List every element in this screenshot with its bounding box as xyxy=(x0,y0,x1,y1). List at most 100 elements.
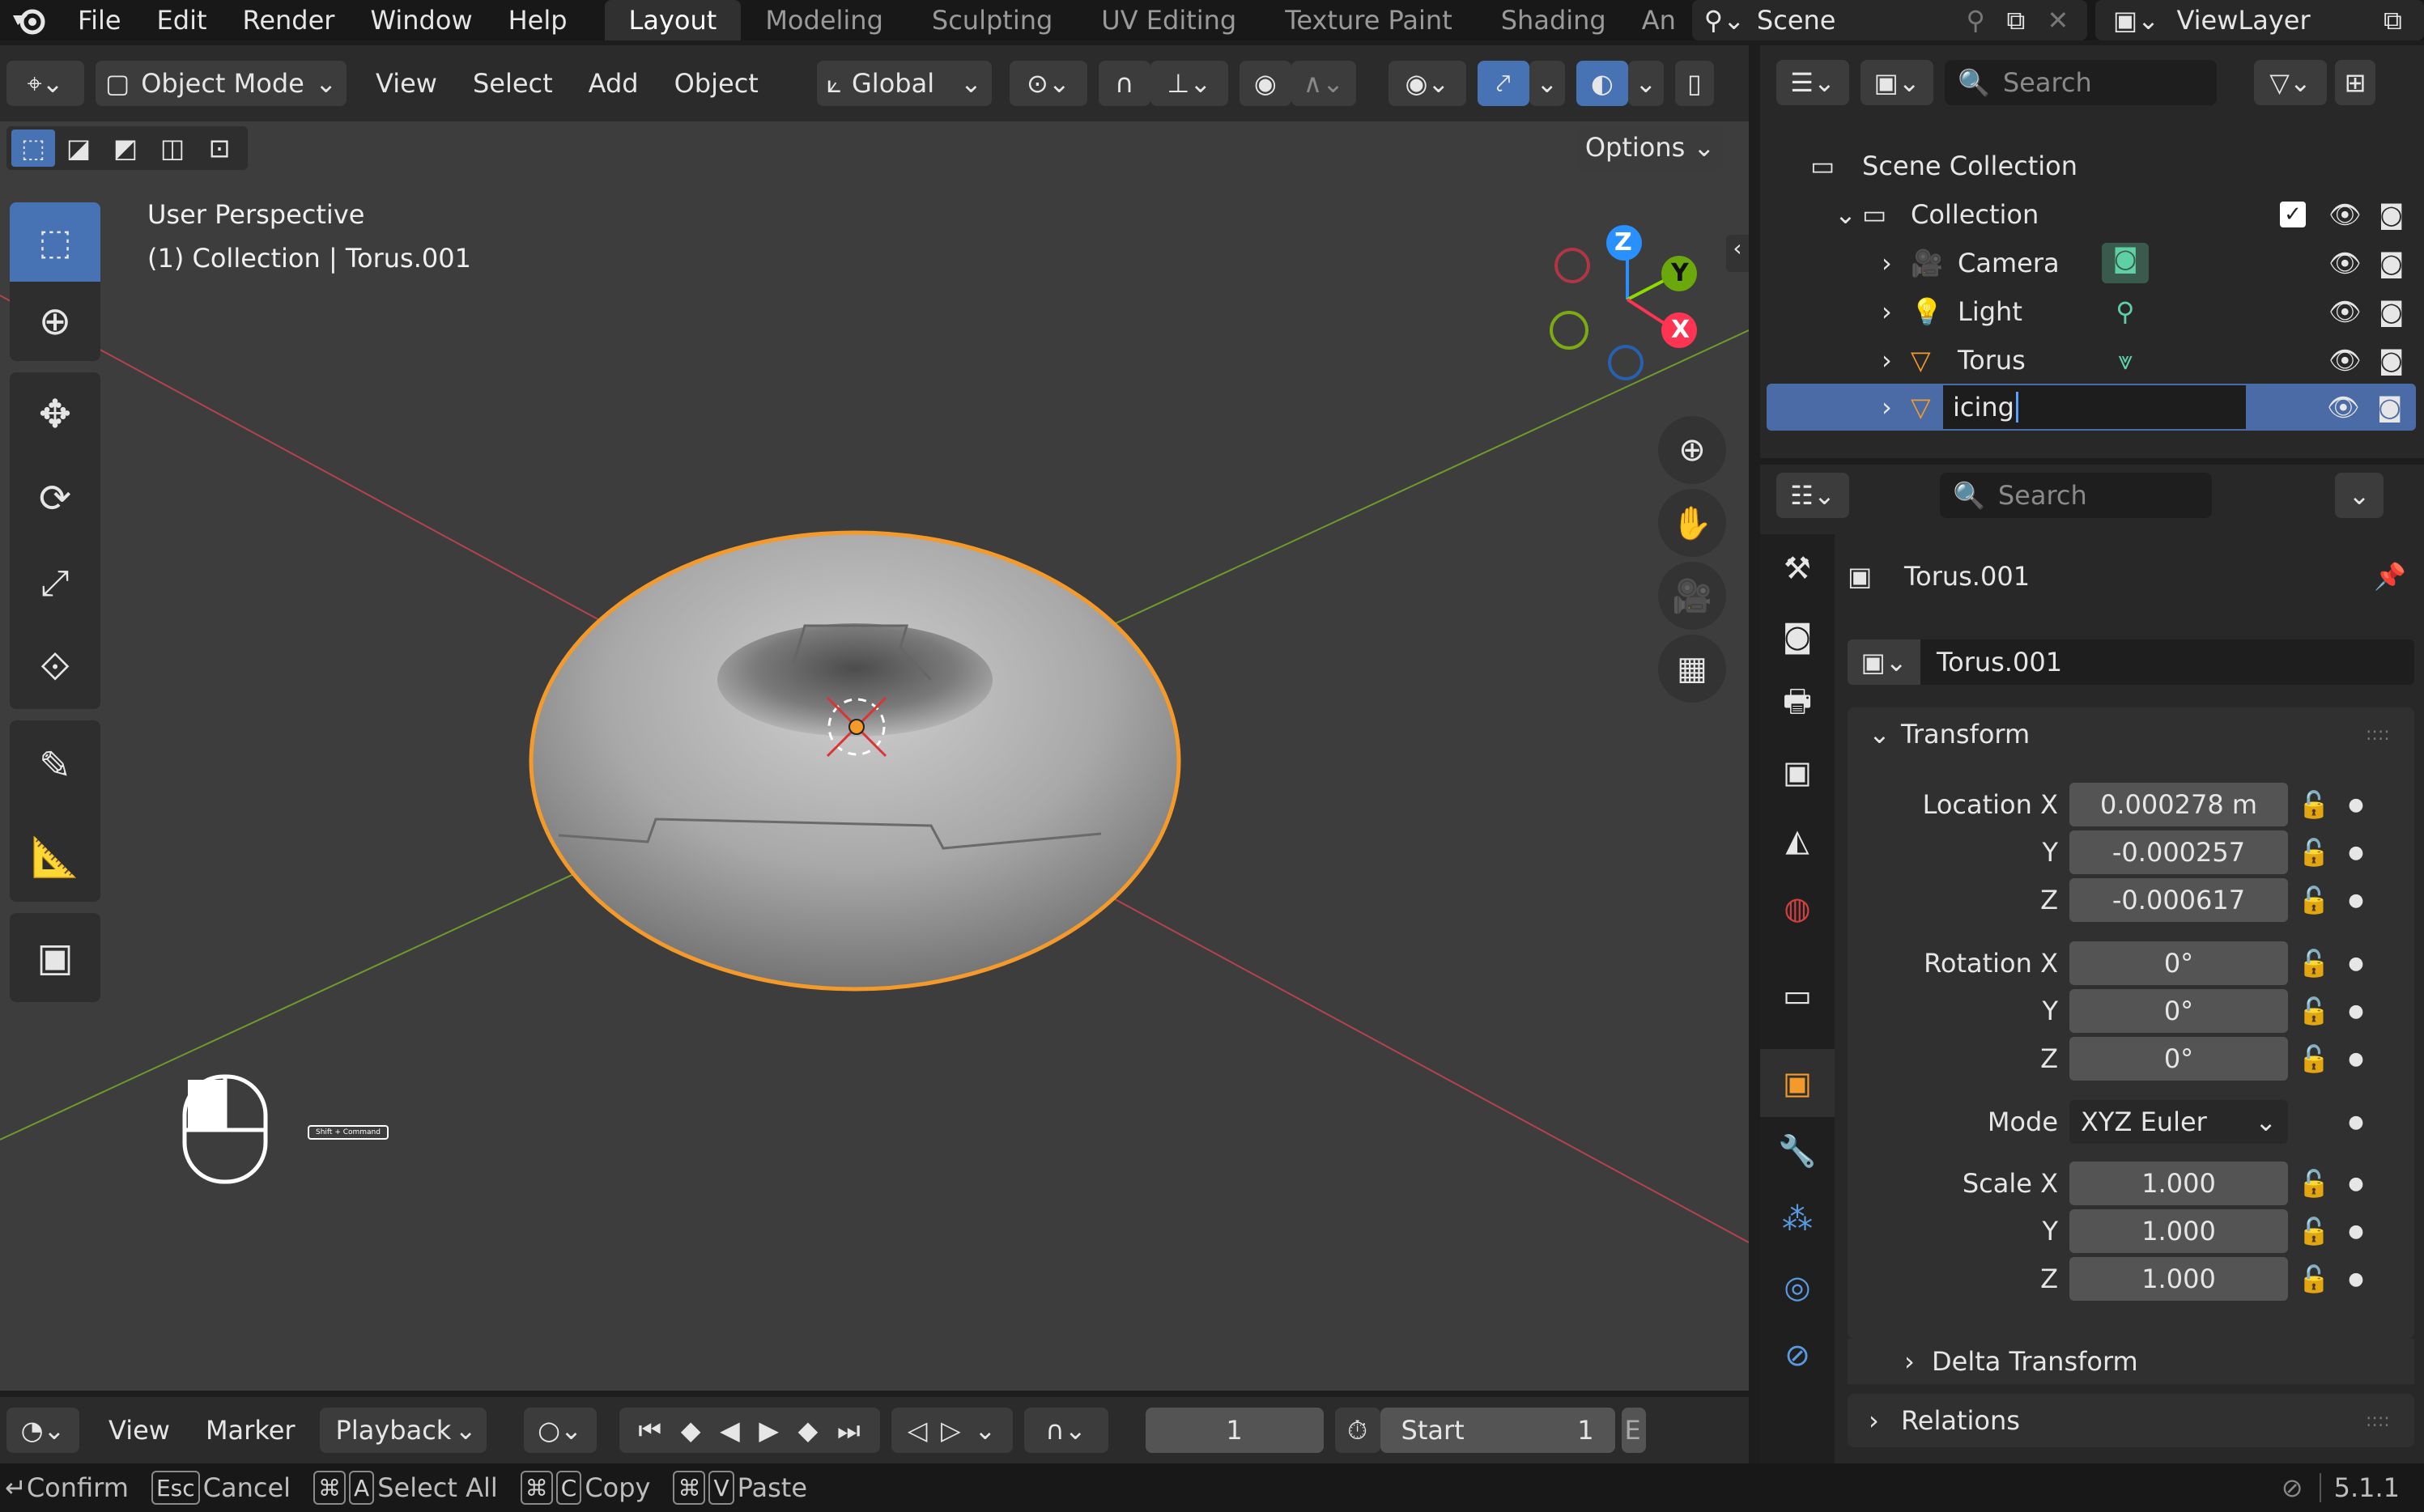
outliner-item-torus[interactable]: › ▽ Torus ⩔ 👁 ◙ xyxy=(1760,337,2424,384)
tab-texture-paint[interactable]: Texture Paint xyxy=(1261,0,1477,40)
tab-particles[interactable]: ⁂ xyxy=(1760,1185,1835,1253)
render-camera-icon[interactable]: ◙ xyxy=(2379,345,2424,376)
pin-icon[interactable]: ⚲ xyxy=(1966,5,2006,36)
menu-object[interactable]: Object xyxy=(657,61,776,106)
properties-search[interactable]: 🔍 Search xyxy=(1940,473,2212,518)
blender-logo-icon[interactable] xyxy=(0,0,60,40)
record-toggle[interactable]: ○⌄ xyxy=(523,1408,597,1453)
keyframe-dot-icon[interactable]: ● xyxy=(2340,1001,2372,1021)
properties-editor-type[interactable]: ☷⌄ xyxy=(1776,473,1849,518)
network-off-icon[interactable]: ⊘ xyxy=(2282,1472,2303,1503)
render-camera-icon[interactable]: ◙ xyxy=(2379,248,2424,278)
object-name-field[interactable]: ▣⌄ Torus.001 xyxy=(1848,639,2414,685)
lock-icon[interactable]: 🔓 xyxy=(2288,1043,2340,1074)
play-icon[interactable]: ▶ xyxy=(759,1415,779,1446)
select-subtract-icon[interactable]: ◩ xyxy=(102,133,149,164)
location-y-field[interactable]: -0.000257 xyxy=(2069,830,2288,874)
orientation-dropdown[interactable]: ⟀ Global ⌄ xyxy=(816,61,992,106)
keyframe-dot-icon[interactable]: ● xyxy=(2340,795,2372,815)
relations-header[interactable]: › Relations :::: xyxy=(1848,1394,2414,1447)
scene-selector[interactable]: ⚲⌄ Scene ⚲ ⧉ ✕ xyxy=(1691,0,2088,40)
jump-start-icon[interactable]: ⏮ xyxy=(638,1415,661,1446)
prev-frame-icon[interactable]: ◁ xyxy=(908,1415,928,1446)
prev-keyframe-icon[interactable]: ◆ xyxy=(681,1415,701,1446)
tab-tool[interactable]: ⚒ xyxy=(1760,534,1835,602)
eye-icon[interactable]: 👁 xyxy=(2328,296,2379,327)
outliner-item-renaming[interactable]: › ▽ icing 👁 ◙ xyxy=(1767,384,2416,431)
tab-output[interactable]: 🖶 xyxy=(1760,670,1835,738)
menu-help[interactable]: Help xyxy=(491,0,585,40)
menu-add[interactable]: Add xyxy=(571,61,657,106)
tab-layout[interactable]: Layout xyxy=(604,0,742,40)
rotation-z-field[interactable]: 0° xyxy=(2069,1037,2288,1081)
tool-annotate[interactable]: ✎ xyxy=(10,720,100,811)
keyframe-dot-icon[interactable]: ● xyxy=(2340,1221,2372,1242)
drag-handle-icon[interactable]: :::: xyxy=(2366,724,2414,745)
rotation-mode-dropdown[interactable]: XYZ Euler ⌄ xyxy=(2069,1100,2288,1144)
chevron-down-icon[interactable]: ⌄ xyxy=(974,1415,996,1446)
properties-options-dropdown[interactable]: ⌄ xyxy=(2335,473,2384,518)
xray-toggle[interactable]: ▯ xyxy=(1674,61,1714,106)
mode-dropdown[interactable]: ▢ Object Mode ⌄ xyxy=(96,61,347,106)
tab-render[interactable]: ◙ xyxy=(1760,602,1835,670)
exclude-checkbox[interactable]: ✓ xyxy=(2280,202,2306,227)
eye-icon[interactable]: 👁 xyxy=(2328,345,2379,376)
next-frame-icon[interactable]: ▷ xyxy=(941,1415,961,1446)
outliner-item-camera[interactable]: › 🎥 Camera ◙ 👁 ◙ xyxy=(1760,240,2424,287)
rotation-x-field[interactable]: 0° xyxy=(2069,941,2288,985)
tab-uv-editing[interactable]: UV Editing xyxy=(1077,0,1261,40)
keyframe-dot-icon[interactable]: ● xyxy=(2340,843,2372,863)
tool-measure[interactable]: 📐 xyxy=(10,811,100,902)
light-data-icon[interactable]: ⚲ xyxy=(2102,296,2149,327)
keyframe-dot-icon[interactable]: ● xyxy=(2340,890,2372,911)
tab-world[interactable]: ◍ xyxy=(1760,874,1835,942)
render-camera-icon[interactable]: ◙ xyxy=(2379,296,2424,327)
filter-dropdown[interactable]: ▽⌄ xyxy=(2254,60,2327,105)
outliner-collection[interactable]: ⌄ ▭ Collection ✓ 👁 ◙ xyxy=(1760,191,2424,238)
location-z-field[interactable]: -0.000617 xyxy=(2069,878,2288,922)
lock-icon[interactable]: 🔓 xyxy=(2288,837,2340,868)
lock-icon[interactable]: 🔓 xyxy=(2288,1264,2340,1294)
zoom-button[interactable]: ⊕ xyxy=(1658,416,1726,484)
gizmo-dropdown[interactable]: ⌄ xyxy=(1529,61,1565,106)
new-scene-icon[interactable]: ⧉ xyxy=(2006,5,2047,36)
outliner-item-light[interactable]: › 💡 Light ⚲ 👁 ◙ xyxy=(1760,288,2424,335)
tab-physics[interactable]: ◎ xyxy=(1760,1253,1835,1321)
object-data-dropdown[interactable]: ▣⌄ xyxy=(1848,639,1920,685)
jump-end-icon[interactable]: ⏭ xyxy=(837,1415,861,1446)
keyframe-dot-icon[interactable]: ● xyxy=(2340,1269,2372,1289)
start-frame-field[interactable]: Start 1 xyxy=(1380,1408,1615,1453)
lock-icon[interactable]: 🔓 xyxy=(2288,948,2340,979)
tool-select-box[interactable]: ⬚ xyxy=(10,202,100,282)
chevron-right-icon[interactable]: › xyxy=(1882,248,1911,278)
eye-icon[interactable]: 👁 xyxy=(2328,199,2379,230)
play-reverse-icon[interactable]: ◀ xyxy=(720,1415,740,1446)
tab-view-layer[interactable]: ▣ xyxy=(1760,738,1835,806)
outliner-scene-collection[interactable]: ▭ Scene Collection xyxy=(1760,142,2424,189)
pan-button[interactable]: ✋ xyxy=(1658,489,1726,557)
lock-icon[interactable]: 🔓 xyxy=(2288,1168,2340,1199)
chevron-right-icon[interactable]: › xyxy=(1882,392,1911,423)
outliner-search[interactable]: 🔍 Search xyxy=(1945,60,2217,105)
lock-icon[interactable]: 🔓 xyxy=(2288,1216,2340,1247)
tool-rotate[interactable]: ⟳ xyxy=(10,457,100,541)
eye-icon[interactable]: 👁 xyxy=(2328,248,2379,278)
tab-shading[interactable]: Shading xyxy=(1477,0,1631,40)
tab-modifiers[interactable]: 🔧 xyxy=(1760,1117,1835,1185)
keyframe-dot-icon[interactable]: ● xyxy=(2340,1174,2372,1194)
select-intersect-icon[interactable]: ⊡ xyxy=(196,133,243,164)
navigation-gizmo[interactable] xyxy=(1538,210,1733,405)
falloff-dropdown[interactable]: ∧⌄ xyxy=(1291,61,1356,106)
render-camera-icon[interactable]: ◙ xyxy=(2379,199,2424,230)
tab-object[interactable]: ▣ xyxy=(1760,1049,1835,1117)
ortho-toggle-button[interactable]: ▦ xyxy=(1658,635,1726,703)
new-view-layer-icon[interactable]: ⧉ xyxy=(2384,5,2424,36)
delete-scene-icon[interactable]: ✕ xyxy=(2047,5,2087,36)
auto-snap-toggle[interactable]: ∩⌄ xyxy=(1023,1408,1108,1453)
scale-z-field[interactable]: 1.000 xyxy=(2069,1257,2288,1301)
menu-window[interactable]: Window xyxy=(352,0,490,40)
select-extend-icon[interactable]: ◪ xyxy=(55,133,102,164)
render-camera-icon[interactable]: ◙ xyxy=(2377,392,2416,423)
tab-modeling[interactable]: Modeling xyxy=(741,0,908,40)
tool-transform[interactable]: ⟐ xyxy=(10,625,100,709)
